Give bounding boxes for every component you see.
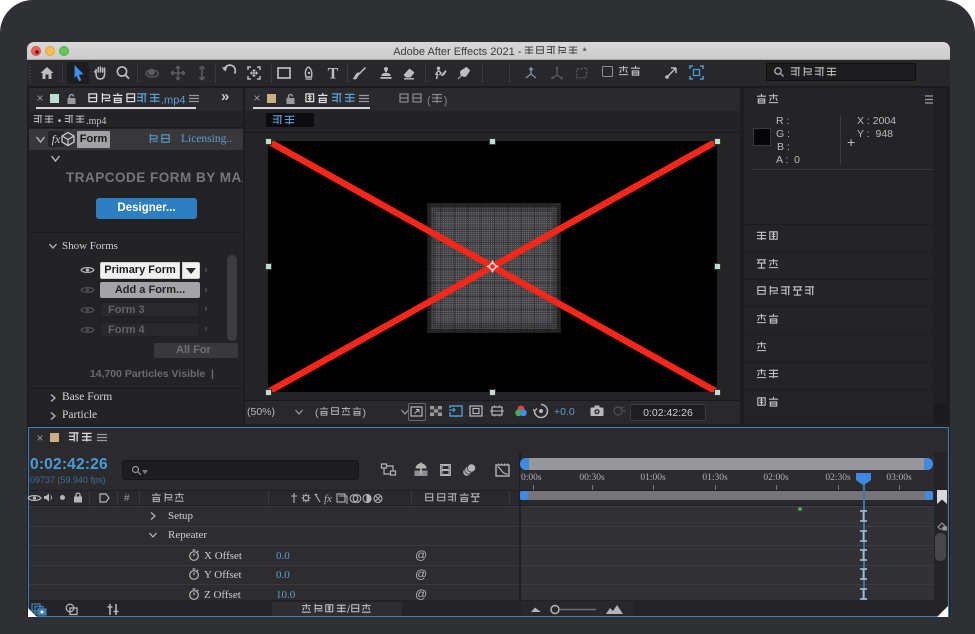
svg-text:fx: fx — [324, 493, 332, 505]
svg-text:T: T — [328, 66, 339, 83]
